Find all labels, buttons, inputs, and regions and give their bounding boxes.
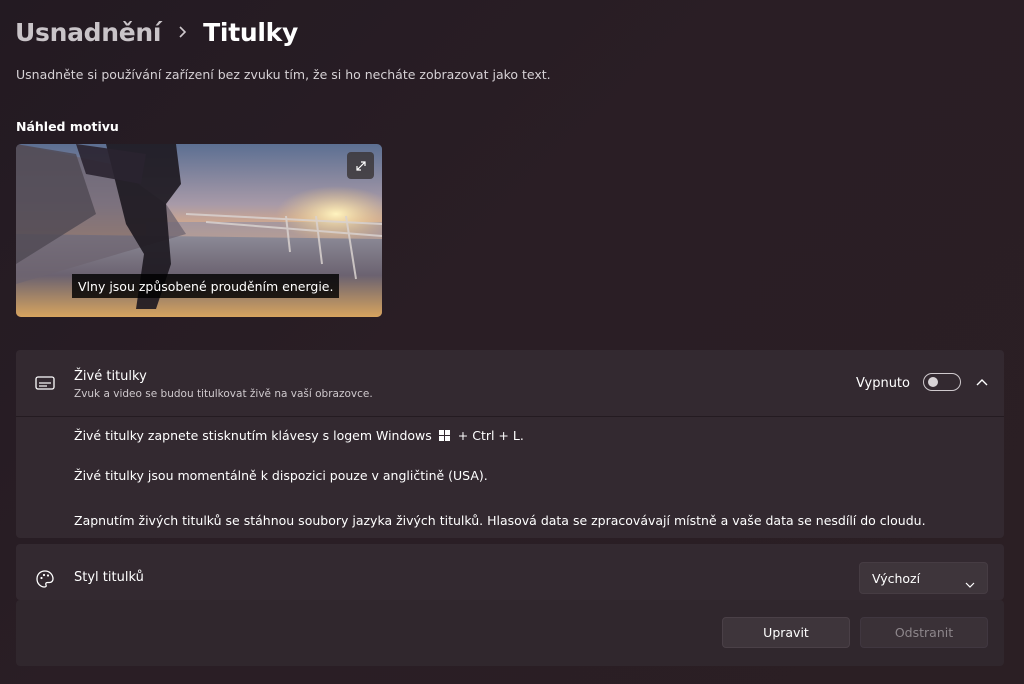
remove-style-button[interactable]: Odstranit: [860, 617, 988, 648]
expand-icon: [355, 160, 367, 172]
preview-section-title: Náhled motivu: [16, 119, 119, 134]
live-captions-card: Živé titulky Zvuk a video se budou titul…: [16, 350, 1004, 538]
live-captions-language-text: Živé titulky jsou momentálně k dispozici…: [74, 468, 488, 483]
caption-style-dropdown[interactable]: Výchozí: [859, 562, 988, 594]
expand-preview-button[interactable]: [347, 152, 374, 179]
live-captions-header[interactable]: Živé titulky Zvuk a video se budou titul…: [16, 350, 1004, 417]
live-captions-shortcut-text: Živé titulky zapnete stisknutím klávesy …: [74, 428, 524, 444]
caption-style-actions: Upravit Odstranit: [16, 600, 1004, 666]
windows-logo-icon: [438, 429, 450, 444]
shortcut-text-start: Živé titulky zapnete stisknutím klávesy …: [74, 428, 432, 443]
palette-icon: [34, 568, 56, 590]
preview-caption: Vlny jsou způsobené prouděním energie.: [72, 274, 340, 298]
captions-icon: [34, 374, 56, 392]
chevron-up-icon[interactable]: [974, 375, 990, 391]
live-captions-toggle-label: Vypnuto: [855, 376, 910, 391]
breadcrumb-parent-link[interactable]: Usnadnění: [15, 18, 161, 47]
toggle-knob: [928, 377, 938, 387]
live-captions-toggle[interactable]: [923, 373, 961, 391]
live-captions-privacy-text: Zapnutím živých titulků se stáhnou soubo…: [74, 513, 926, 528]
breadcrumb: Usnadnění Titulky: [15, 14, 298, 50]
caption-style-card: Styl titulků Výchozí: [16, 544, 1004, 600]
page-description: Usnadněte si používání zařízení bez zvuk…: [16, 67, 551, 82]
page-title: Titulky: [203, 17, 298, 47]
chevron-right-icon: [161, 25, 203, 39]
live-captions-title: Živé titulky: [74, 369, 147, 384]
theme-preview: Vlny jsou způsobené prouděním energie.: [16, 144, 382, 317]
caption-style-title: Styl titulků: [74, 570, 144, 585]
live-captions-subtitle: Zvuk a video se budou titulkovat živě na…: [74, 388, 373, 400]
caption-style-selected: Výchozí: [872, 571, 921, 586]
chevron-down-icon: [965, 574, 975, 593]
edit-style-button[interactable]: Upravit: [722, 617, 850, 648]
shortcut-text-end: + Ctrl + L.: [457, 428, 524, 443]
